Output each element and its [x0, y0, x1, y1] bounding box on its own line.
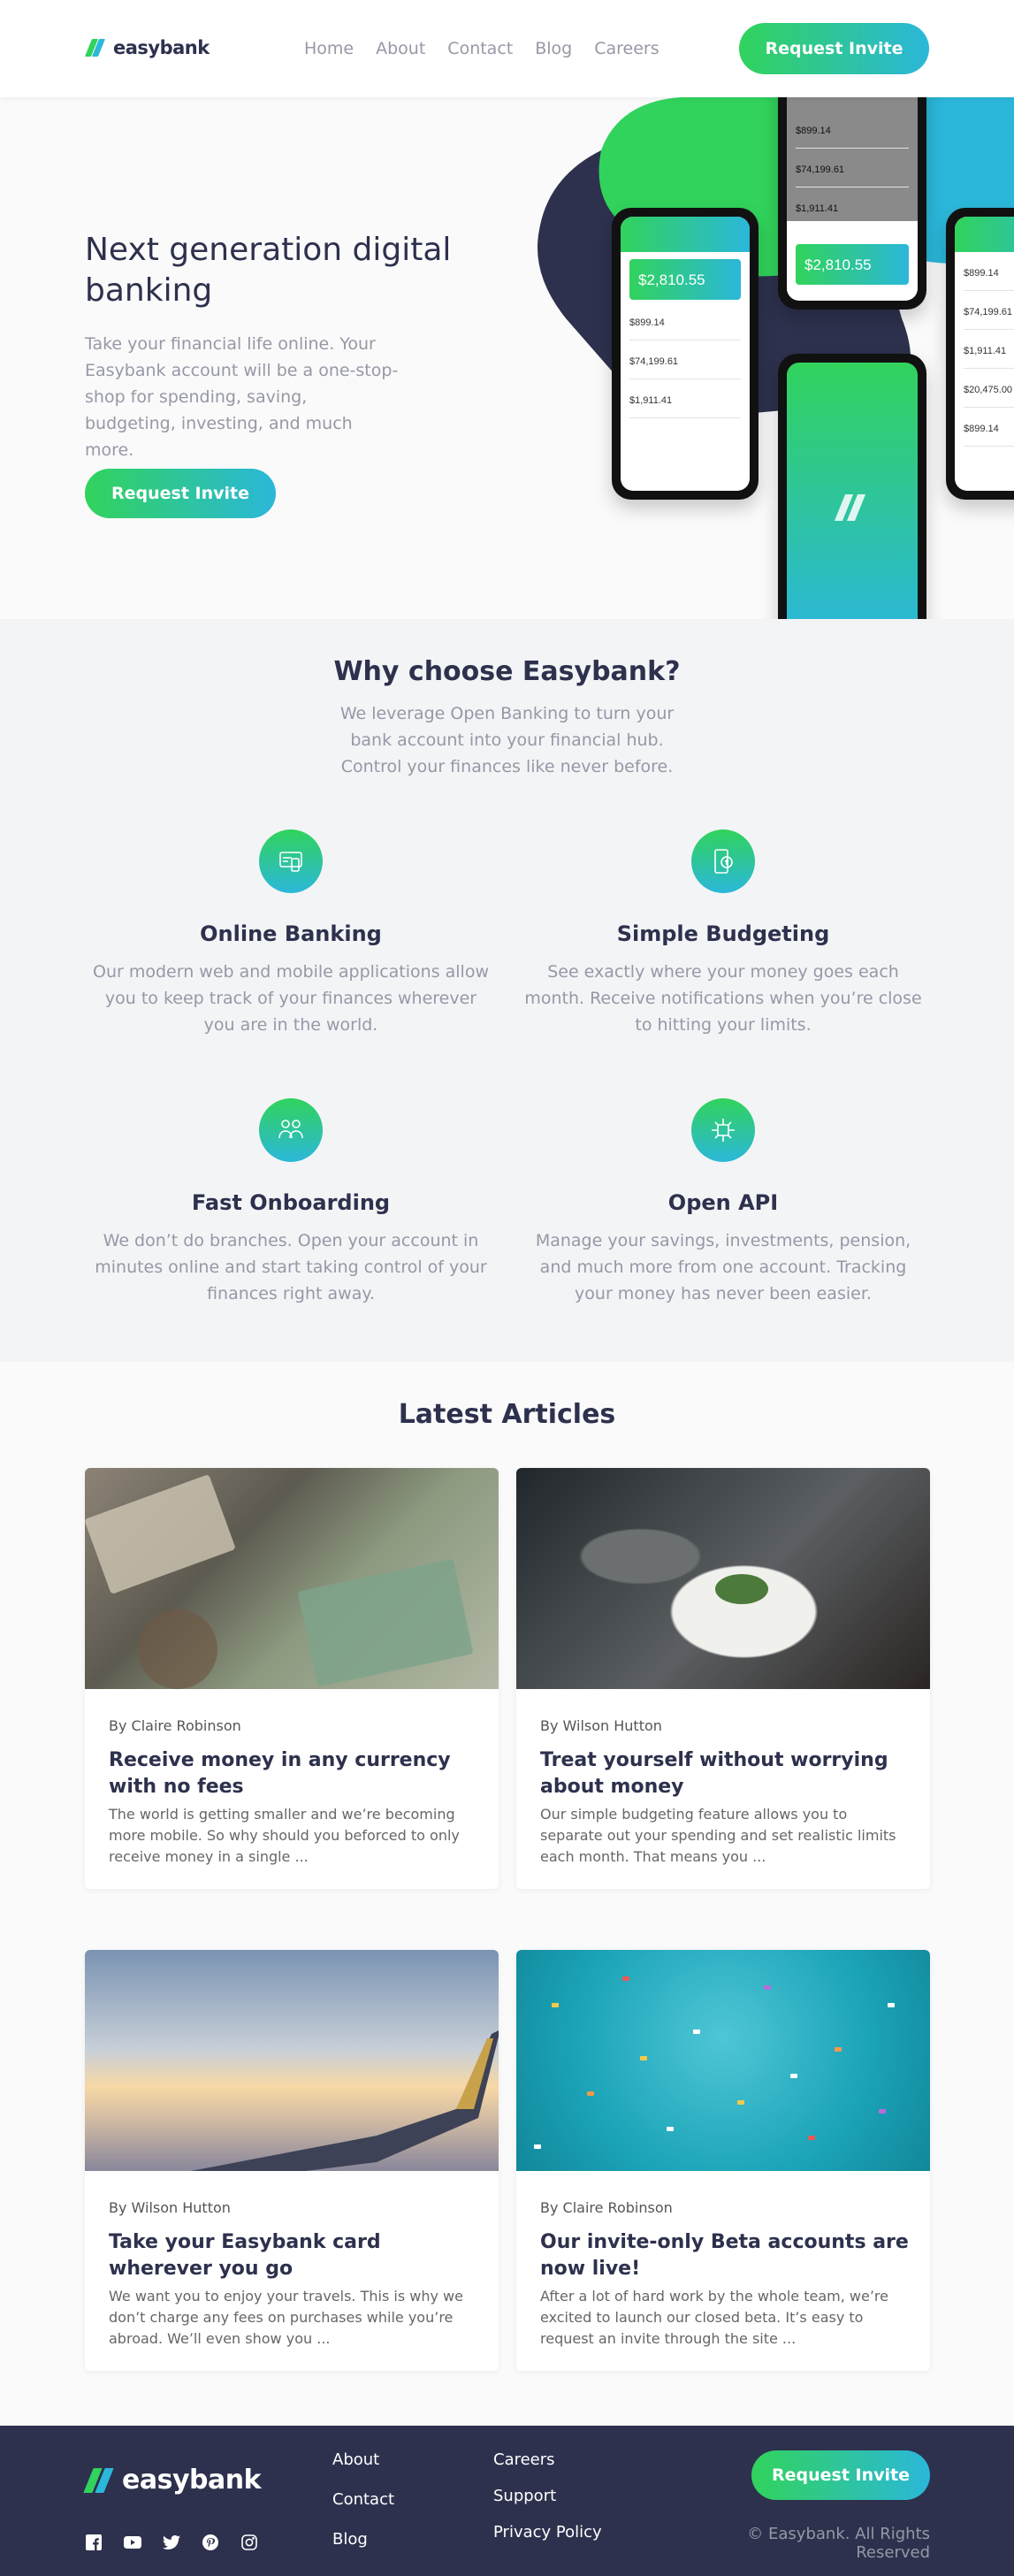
articles-section: Latest Articles By Claire Robinson Recei… — [0, 1362, 1014, 2426]
feature-text: Manage your savings, investments, pensio… — [535, 1231, 911, 1303]
mockup-account-row: $74,199.61 — [796, 154, 909, 187]
mockup-account-row: $1,911.41 — [629, 385, 741, 418]
twitter-icon[interactable] — [163, 2534, 180, 2551]
feature-fast-onboarding: Fast Onboarding We don’t do branches. Op… — [88, 1098, 494, 1307]
mockup-account-row: $899.14 — [964, 413, 1014, 447]
site-footer: easybank About Contact Blog Careers Supp… — [0, 2426, 1014, 2576]
article-card[interactable]: By Wilson Hutton Take your Easybank card… — [85, 1950, 499, 2371]
article-image-restaurant — [516, 1468, 930, 1689]
article-title[interactable]: Treat yourself without worrying about mo… — [540, 1747, 911, 1800]
mockup-account-row: $899.14 — [964, 257, 1014, 291]
feature-title: Open API — [667, 1190, 779, 1215]
feature-title: Online Banking — [200, 921, 382, 946]
feature-online-banking: Online Banking Our modern web and mobile… — [88, 829, 494, 1038]
mockup-account-row: $899.14 — [629, 307, 741, 340]
article-excerpt: We want you to enjoy your travels. This … — [109, 2288, 463, 2347]
nav-blog[interactable]: Blog — [535, 39, 572, 58]
why-intro: We leverage Open Banking to turn your ba… — [339, 704, 675, 776]
social-links — [85, 2534, 258, 2551]
phone-mockup-top: $899.14 $74,199.61 $1,911.41 $2,810.55 — [778, 97, 926, 310]
article-excerpt: After a lot of hard work by the whole te… — [540, 2288, 888, 2347]
articles-title: Latest Articles — [398, 1399, 616, 1430]
article-author: By Wilson Hutton — [540, 1717, 662, 1734]
article-title[interactable]: Take your Easybank card wherever you go — [109, 2229, 480, 2282]
facebook-icon[interactable] — [85, 2534, 103, 2551]
nav-about[interactable]: About — [376, 39, 425, 58]
article-card[interactable]: By Wilson Hutton Treat yourself without … — [516, 1468, 930, 1889]
article-title[interactable]: Our invite-only Beta accounts are now li… — [540, 2229, 911, 2282]
feature-text: See exactly where your money goes each m… — [524, 962, 922, 1035]
feature-title: Simple Budgeting — [616, 921, 830, 946]
article-image-confetti — [516, 1950, 930, 2171]
footer-links-col1: About Contact Blog — [332, 2450, 394, 2549]
phone-mockup-bottom — [778, 354, 926, 619]
header-request-invite-button[interactable]: Request Invite — [739, 23, 929, 74]
article-card[interactable]: By Claire Robinson Our invite-only Beta … — [516, 1950, 930, 2371]
article-author: By Claire Robinson — [540, 2199, 673, 2216]
mockup-account-row: $20,475.00 — [964, 374, 1014, 408]
logo-mark-icon — [83, 2467, 117, 2493]
site-header: easybank Home About Contact Blog Careers… — [0, 0, 1014, 97]
footer-link-about[interactable]: About — [332, 2450, 394, 2469]
onboarding-icon — [259, 1098, 323, 1162]
hero-request-invite-button[interactable]: Request Invite — [85, 469, 276, 518]
footer-request-invite-button[interactable]: Request Invite — [751, 2450, 930, 2500]
feature-text: We don’t do branches. Open your account … — [95, 1231, 487, 1303]
feature-text: Our modern web and mobile applications a… — [93, 962, 489, 1035]
footer-link-contact[interactable]: Contact — [332, 2490, 394, 2509]
logo-mark-icon — [84, 39, 108, 57]
logo-text: easybank — [122, 2465, 262, 2496]
footer-link-blog[interactable]: Blog — [332, 2530, 394, 2549]
footer-logo[interactable]: easybank — [83, 2465, 262, 2496]
pinterest-icon[interactable] — [202, 2534, 219, 2551]
phone-mockup-left: $2,810.55 $899.14 $74,199.61 $1,911.41 — [612, 208, 759, 500]
hero-section: Next generation digital banking Take you… — [0, 97, 1014, 619]
api-icon — [691, 1098, 755, 1162]
header-logo[interactable]: easybank — [84, 37, 210, 58]
article-image-currency — [85, 1468, 499, 1689]
online-banking-icon — [259, 829, 323, 893]
mockup-total-balance: $2,810.55 — [796, 244, 909, 285]
article-title[interactable]: Receive money in any currency with no fe… — [109, 1747, 480, 1800]
phone-mockup-right: $899.14 $74,199.61 $1,911.41 $20,475.00 … — [946, 208, 1014, 500]
nav-home[interactable]: Home — [304, 39, 354, 58]
footer-link-careers[interactable]: Careers — [493, 2450, 602, 2469]
mockup-total-balance: $2,810.55 — [629, 259, 741, 300]
why-section: Why choose Easybank? We leverage Open Ba… — [0, 619, 1014, 1362]
copyright-text: © Easybank. All Rights Reserved — [747, 2525, 930, 2562]
feature-title: Fast Onboarding — [191, 1190, 391, 1215]
footer-link-privacy-policy[interactable]: Privacy Policy — [493, 2523, 602, 2542]
article-author: By Claire Robinson — [109, 1717, 241, 1734]
hero-text: Take your financial life online. Your Ea… — [85, 334, 399, 460]
logo-text: easybank — [113, 37, 210, 58]
feature-simple-budgeting: Simple Budgeting See exactly where your … — [520, 829, 926, 1038]
footer-link-support[interactable]: Support — [493, 2487, 602, 2505]
footer-links-col2: Careers Support Privacy Policy — [493, 2450, 602, 2542]
nav-contact[interactable]: Contact — [447, 39, 513, 58]
article-excerpt: Our simple budgeting feature allows you … — [540, 1806, 896, 1865]
nav-careers[interactable]: Careers — [594, 39, 659, 58]
article-card[interactable]: By Claire Robinson Receive money in any … — [85, 1468, 499, 1889]
article-excerpt: The world is getting smaller and we’re b… — [109, 1806, 460, 1865]
why-title: Why choose Easybank? — [333, 656, 681, 687]
main-nav: Home About Contact Blog Careers — [304, 39, 659, 58]
feature-open-api: Open API Manage your savings, investment… — [520, 1098, 926, 1307]
mockup-account-row: $74,199.61 — [964, 296, 1014, 330]
mockup-account-row: $899.14 — [796, 115, 909, 149]
youtube-icon[interactable] — [124, 2534, 141, 2551]
hero-title: Next generation digital banking — [85, 232, 452, 309]
hero-background-shape — [537, 97, 1014, 418]
article-author: By Wilson Hutton — [109, 2199, 231, 2216]
easybank-logo-icon — [834, 493, 870, 521]
article-image-plane — [85, 1950, 499, 2171]
mockup-account-row: $74,199.61 — [629, 346, 741, 379]
budgeting-icon — [691, 829, 755, 893]
mockup-account-row: $1,911.41 — [964, 335, 1014, 369]
instagram-icon[interactable] — [240, 2534, 258, 2551]
